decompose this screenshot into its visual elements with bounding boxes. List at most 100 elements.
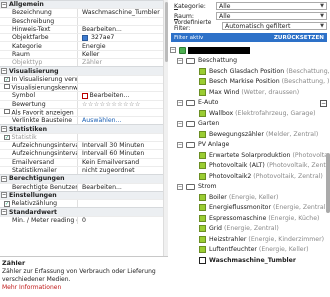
- prop-value[interactable]: Bearbeiten...: [77, 183, 168, 191]
- collapse-icon[interactable]: −: [177, 183, 183, 190]
- tree-item[interactable]: Besch Markise Position (Beschattung, ): [168, 77, 330, 88]
- raum-select[interactable]: Alle ▼: [216, 11, 327, 21]
- prop-value[interactable]: Waschmaschine_Tumbler: [77, 9, 168, 17]
- object-tree-panel: Kategorie: Alle ▼ Raum: Alle ▼ Vordefinier…: [168, 0, 330, 297]
- device-icon: [199, 67, 206, 75]
- reset-filter-button[interactable]: ZURÜCKSETZEN: [274, 35, 324, 41]
- section-allgemein[interactable]: − Allgemein: [0, 0, 168, 9]
- tree-item[interactable]: Boiler (Energie, Keller): [168, 192, 330, 203]
- prop-row-statistik[interactable]: ✓ Statistik: [0, 132, 168, 142]
- prop-row-visualisierungskennwort[interactable]: Visualisierungskennw...: [0, 82, 168, 92]
- checkbox-checked[interactable]: ✓: [4, 76, 10, 83]
- color-swatch[interactable]: [82, 34, 88, 41]
- prop-value[interactable]: Energie: [77, 42, 168, 50]
- collapse-icon[interactable]: −: [1, 175, 7, 182]
- chevron-down-icon: ▼: [320, 13, 324, 19]
- prop-value[interactable]: nicht zugeordnet: [77, 166, 168, 175]
- checkbox-checked[interactable]: ✓: [4, 201, 10, 207]
- prop-row-interval-1[interactable]: Aufzeichnungsintervall (L...Intervall 30…: [0, 141, 168, 150]
- prop-value[interactable]: [77, 75, 168, 83]
- tree-group[interactable]: − PV Anlage: [168, 140, 330, 151]
- rating-stars[interactable]: ☆☆☆☆☆☆☆☆☆☆: [82, 101, 141, 108]
- prop-row-in-visualisierung[interactable]: ✓In Visualisierung verw...: [0, 74, 168, 83]
- prop-row-offset[interactable]: Min. / Meter reading offset0: [0, 215, 168, 225]
- tree-item[interactable]: Heizstrahler (Energie, Kinderzimmer): [168, 234, 330, 245]
- prop-value[interactable]: [77, 108, 168, 117]
- checkbox-unchecked[interactable]: [4, 83, 10, 90]
- prop-value[interactable]: Intervall 30 Minuten: [77, 142, 168, 150]
- collapse-icon[interactable]: −: [1, 192, 7, 199]
- section-statistiken[interactable]: − Statistiken: [0, 124, 168, 133]
- prop-value[interactable]: Keller: [77, 50, 168, 59]
- collapse-icon[interactable]: −: [1, 126, 7, 133]
- collapse-icon[interactable]: −: [1, 68, 7, 75]
- tree-item[interactable]: Bewegungszähler (Melder, Zentral): [168, 129, 330, 140]
- prop-row-symbol[interactable]: Symbol Bearbeiten...: [0, 91, 168, 100]
- prop-row-interval-2[interactable]: Aufzeichnungsintervall (L...Intervall 60…: [0, 149, 168, 158]
- section-berechtigungen[interactable]: − Berechtigungen: [0, 174, 168, 183]
- prop-row-berechtigte[interactable]: Berechtigte Benutzer / Gr...Bearbeiten..…: [0, 182, 168, 191]
- tree-item[interactable]: Espressomaschine (Energie, Küche): [168, 213, 330, 224]
- vordefiniert-select[interactable]: Automatisch gefiltert ▼: [222, 21, 327, 31]
- collapse-icon[interactable]: −: [1, 209, 7, 216]
- collapse-icon[interactable]: −: [177, 57, 183, 64]
- section-title: Standardwert: [9, 208, 58, 216]
- tree-item[interactable]: Energieflussmonitor (Energie, Zentral): [168, 203, 330, 214]
- prop-value[interactable]: Kein Emailversand: [77, 158, 168, 166]
- tree-item-meta: (Energie, Keller): [258, 246, 309, 254]
- checkbox-unchecked[interactable]: [4, 108, 10, 115]
- prop-row-kategorie[interactable]: Kategorie Energie: [0, 41, 168, 50]
- prop-row-statistikmailer[interactable]: Statistikmailer nicht zugeordnet: [0, 165, 168, 175]
- prop-value-link[interactable]: Auswählen...: [77, 117, 168, 125]
- prop-value[interactable]: Intervall 60 Minuten: [77, 150, 168, 158]
- prop-row-emailversand[interactable]: Emailversand Kein Emailversand: [0, 157, 168, 166]
- prop-row-hinweis[interactable]: Hinweis-Text Bearbeiten...: [0, 24, 168, 34]
- prop-row-raum[interactable]: Raum Keller: [0, 49, 168, 59]
- remove-icon[interactable]: −: [320, 100, 327, 107]
- section-visualisierung[interactable]: − Visualisierung: [0, 66, 168, 75]
- prop-value[interactable]: [77, 17, 168, 25]
- prop-row-beschreibung[interactable]: Beschreibung: [0, 16, 168, 25]
- prop-row-favorit[interactable]: Als Favorit anzeigen: [0, 107, 168, 117]
- prop-value[interactable]: 0: [77, 216, 168, 225]
- collapse-icon[interactable]: −: [170, 47, 176, 54]
- tree-item[interactable]: Wallbox (Elektrofahrzeug, Garage): [168, 108, 330, 119]
- tree-item[interactable]: Waschmaschine_Tumbler: [168, 255, 330, 266]
- checkbox-checked[interactable]: ✓: [4, 134, 10, 141]
- tree-item[interactable]: Grid (Energie, Zentral): [168, 224, 330, 235]
- tree-group[interactable]: − Garten: [168, 119, 330, 130]
- prop-row-objektfarbe[interactable]: Objektfarbe 327ae7: [0, 33, 168, 42]
- section-standardwert[interactable]: − Standardwert: [0, 207, 168, 216]
- prop-value[interactable]: ☆☆☆☆☆☆☆☆☆☆: [77, 100, 168, 108]
- prop-row-bezeichnung[interactable]: Bezeichnung Waschmaschine_Tumbler: [0, 8, 168, 17]
- section-title: Einstellungen: [9, 191, 57, 199]
- prop-row-bewertung[interactable]: Bewertung ☆☆☆☆☆☆☆☆☆☆: [0, 99, 168, 108]
- tree-group[interactable]: − Beschattung: [168, 56, 330, 67]
- prop-value[interactable]: 327ae7: [77, 34, 168, 42]
- prop-value[interactable]: [77, 200, 168, 208]
- section-einstellungen[interactable]: − Einstellungen: [0, 190, 168, 200]
- prop-value[interactable]: [77, 133, 168, 142]
- tree-item[interactable]: Besch Glasdach Position (Beschattung, ): [168, 66, 330, 77]
- tree-item[interactable]: Luftentfeuchter (Energie, Keller): [168, 245, 330, 256]
- symbol-edit[interactable]: Bearbeiten...: [90, 92, 130, 99]
- kategorie-select[interactable]: Alle ▼: [216, 1, 327, 11]
- tree-item[interactable]: Photovoltaik2 (Photovoltaik, Zentral): [168, 171, 330, 182]
- prop-row-relativzaehlung[interactable]: ✓ Relativzählung: [0, 199, 168, 208]
- tree-root[interactable]: −: [168, 45, 330, 56]
- collapse-icon[interactable]: −: [177, 141, 183, 148]
- tree-group[interactable]: − E-Auto: [168, 98, 330, 109]
- tree-item[interactable]: Erwartete Solarproduktion (Photovolta: [168, 150, 330, 161]
- collapse-icon[interactable]: −: [1, 1, 7, 8]
- prop-value[interactable]: [77, 83, 168, 92]
- tree-scrollbar-thumb[interactable]: [326, 153, 330, 213]
- more-info-link[interactable]: Mehr Informationen: [2, 284, 166, 291]
- collapse-icon[interactable]: −: [177, 120, 183, 127]
- tree-item[interactable]: Max Wind (Wetter, draussen): [168, 87, 330, 98]
- prop-value[interactable]: Bearbeiten...: [77, 92, 168, 100]
- collapse-icon[interactable]: −: [177, 99, 183, 106]
- prop-row-verlinkte-bausteine[interactable]: Verlinkte Bausteine Auswählen...: [0, 116, 168, 125]
- tree-group[interactable]: − Strom: [168, 182, 330, 193]
- tree-item[interactable]: Photovoltaik (ALT) (Photovoltaik, Zentra: [168, 161, 330, 172]
- prop-value[interactable]: Bearbeiten...: [77, 25, 168, 34]
